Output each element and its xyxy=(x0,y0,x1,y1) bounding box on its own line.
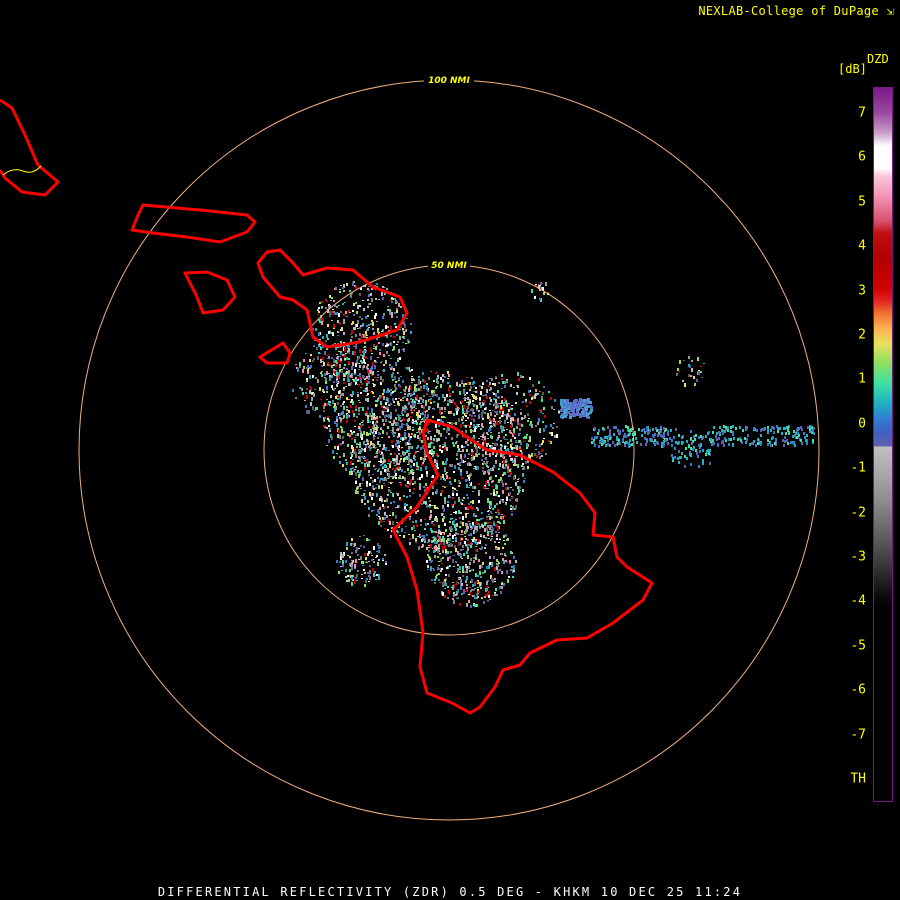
scale-tick-label: -5 xyxy=(850,638,866,654)
radar-echoes xyxy=(292,281,815,608)
coastline-kahoolawe xyxy=(258,341,292,365)
scale-tick-label: 0 xyxy=(858,416,866,432)
scale-tick-label: -3 xyxy=(850,549,866,565)
scale-tick-label: -1 xyxy=(850,460,866,476)
scale-tick-label: 7 xyxy=(858,105,866,121)
product-code: DZD xyxy=(867,52,889,66)
color-scale-bar xyxy=(873,87,893,802)
product-caption: DIFFERENTIAL REFLECTIVITY (ZDR) 0.5 DEG … xyxy=(157,885,743,899)
coastline-lanai xyxy=(183,270,237,315)
ring-label-50: 50 NMI xyxy=(431,261,467,271)
scale-tick-label: 1 xyxy=(858,371,866,387)
legend-units: [dB] xyxy=(838,62,867,76)
ring-label-100: 100 NMI xyxy=(428,76,470,86)
radar-map: 100 NMI 50 NMI xyxy=(0,74,820,821)
scale-tick-label: 5 xyxy=(858,194,866,210)
scale-tick-label: -7 xyxy=(850,727,866,743)
scale-tick-label: 2 xyxy=(858,327,866,343)
scale-tick-label: -6 xyxy=(850,682,866,698)
scale-tick-label: 4 xyxy=(858,238,866,254)
oahu-inland-boundary xyxy=(2,165,42,176)
scale-tick-label: 6 xyxy=(858,149,866,165)
credit-label: NEXLAB-College of DuPage ⇲ xyxy=(698,4,894,18)
scale-tick-label: 3 xyxy=(858,283,866,299)
coastline-oahu xyxy=(0,98,60,197)
scale-tick-label: TH xyxy=(850,771,866,787)
coastline-molokai xyxy=(130,203,257,244)
scale-tick-label: -2 xyxy=(850,505,866,521)
corner-arrow-icon: ⇲ xyxy=(886,4,894,18)
scale-tick-label: -4 xyxy=(850,593,866,609)
